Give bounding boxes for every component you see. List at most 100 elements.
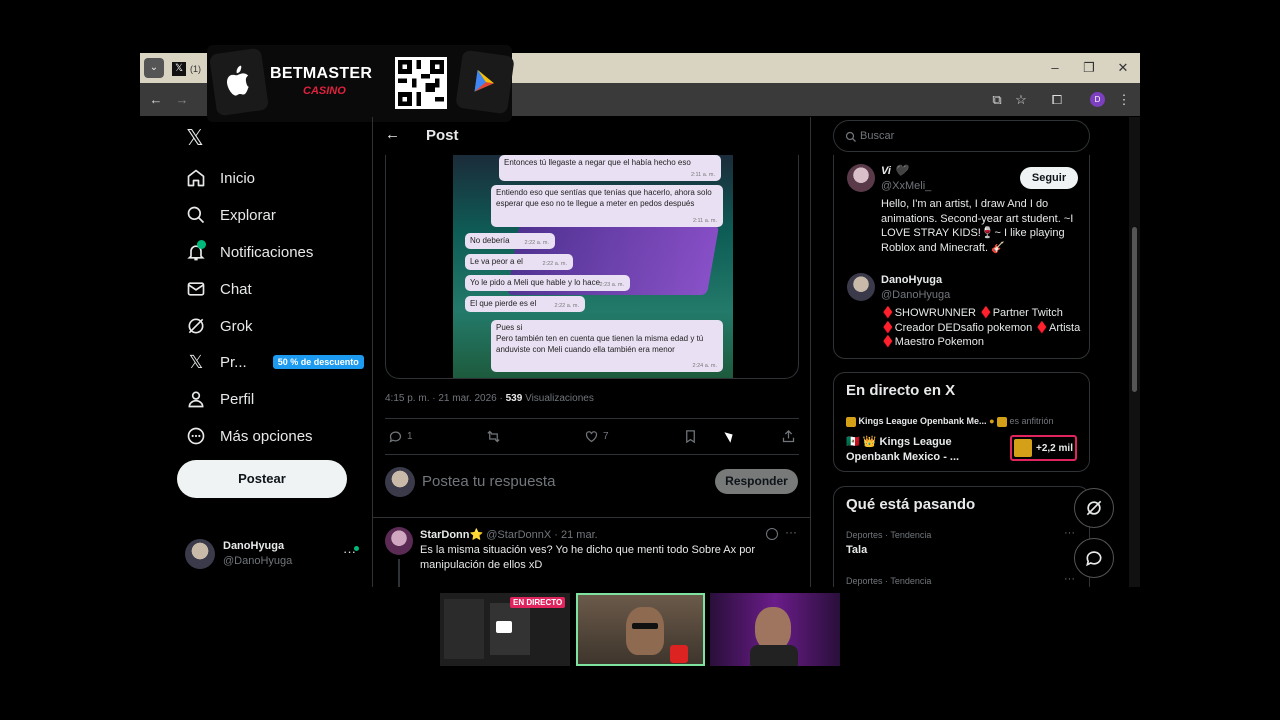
search-icon [187,206,205,224]
sidebar-item-label: Grok [220,317,253,335]
avatar[interactable] [847,164,875,192]
live-count: +2,2 mil [1036,442,1073,454]
sidebar-item-home[interactable]: Inicio [186,165,255,191]
profile-handle: @DanoHyuga [881,289,951,301]
bookmark-icon [686,430,695,444]
ad-brand: BETMASTER [270,65,373,82]
sidebar-item-grok[interactable]: Grok [186,313,253,339]
follow-button[interactable]: Seguir [1020,167,1078,189]
webcam-streamer [576,593,705,666]
sidebar-item-label: Notificaciones [220,243,314,261]
sidebar-item-label: Inicio [220,169,256,187]
post-button[interactable]: Postear [177,460,347,498]
tab-list-button[interactable]: ⌄ [144,58,164,78]
browser-menu-icon[interactable]: ⋮ [1115,91,1133,109]
profile-avatar[interactable]: D [1090,92,1105,107]
search-input[interactable]: Buscar [833,120,1090,152]
sidebar-item-premium[interactable]: 𝕏 Pr... 50 % de descuento [186,349,364,375]
sidebar-item-chat[interactable]: Chat [186,276,252,302]
chat-bubble: Yo le pido a Meli que hable y lo hace 2:2… [465,275,630,291]
back-arrow-icon[interactable]: ← [147,91,165,109]
comment-author: StarDonn⭐ [420,529,484,541]
x-tab[interactable]: 𝕏 (1) [172,58,208,80]
sidebar-item-notifications[interactable]: Notificaciones [186,239,313,265]
chat-bubble: Entonces tú llegaste a negar que el habí… [499,155,721,181]
maximize-icon[interactable]: ❐ [1080,59,1098,77]
grok-icon [188,318,204,334]
like-action[interactable]: 7 [584,429,609,444]
profile-name[interactable]: Vi 🖤 [881,164,908,177]
trend-category: Deportes · Tendencia [846,576,932,586]
live-listeners-badge[interactable]: +2,2 mil [1010,435,1077,461]
back-arrow-icon[interactable]: ← [385,126,400,143]
heart-icon [585,431,598,443]
sidebar-item-label: Explorar [220,206,276,224]
profile-handle: @XxMeli_ [881,180,932,192]
profiles-card: Vi 🖤 @XxMeli_ Seguir Hello, I'm an artis… [833,155,1090,359]
online-dot [354,546,359,551]
chat-bubble: No debería 2:22 a. m. [465,233,555,249]
reply-action[interactable]: 1 [388,429,413,444]
x-logo-icon[interactable]: 𝕏 [186,127,204,149]
person-icon [188,391,204,408]
google-play-icon [455,49,515,115]
bookmark-action[interactable] [683,429,698,444]
live-event[interactable]: 🇲🇽 👑 Kings League Openbank Mexico - ... [846,435,996,465]
post-meta: 4:15 p. m. · 21 mar. 2026 · 539 Visualiz… [385,393,594,404]
page-scrollbar[interactable] [1129,117,1140,587]
account-handle: @DanoHyuga [223,555,293,567]
profile-name[interactable]: DanoHyuga [881,274,942,286]
ad-sub: CASINO [303,85,346,97]
thread-line [398,559,400,587]
chat-bubble: Entiendo eso que sentías que tenías que … [491,185,723,227]
chat-screenshot-image: Entonces tú llegaste a negar que el habí… [453,155,733,378]
screen-share-icon [496,621,512,633]
notification-dot [197,240,206,249]
sidebar-item-more[interactable]: Más opciones [186,423,313,449]
live-host: Kings League Openbank Me... [858,416,987,426]
share-action[interactable] [781,429,796,444]
grok-icon[interactable] [766,528,778,540]
trending-card: Qué está pasando Deportes · Tendencia Ta… [833,486,1090,596]
reply-button[interactable]: Responder [715,469,798,494]
avatar [385,467,415,497]
sidebar-item-label: Chat [220,280,252,298]
extensions-icon[interactable]: ⧠ [1048,91,1066,109]
install-app-icon[interactable]: ⧉ [988,91,1006,109]
reply-input[interactable]: Postea tu respuesta [422,473,702,490]
profile-bio: Hello, I'm an artist, I draw And I do an… [881,198,1074,254]
trend-more-icon[interactable]: ··· [1064,527,1075,539]
comment[interactable]: StarDonn⭐ @StarDonnX · 21 mar. ··· Es la… [385,525,799,587]
grok-float-button[interactable] [1074,488,1114,528]
trend-more-icon[interactable]: ··· [1064,573,1075,585]
post-media-frame[interactable]: Entonces tú llegaste a negar que el habí… [385,155,799,379]
chat-bubble: Pues si Pero también ten en cuenta que t… [491,320,723,372]
live-badge: EN DIRECTO [510,597,566,608]
forward-arrow-icon[interactable]: → [173,91,191,109]
profile-bio: ♦️SHOWRUNNER ♦️Partner Twitch ♦️Creador … [881,307,1081,349]
comment-more-icon[interactable]: ··· [785,525,797,539]
sidebar-item-profile[interactable]: Perfil [186,386,254,412]
avatar[interactable] [847,273,875,301]
mail-icon [187,282,205,296]
host-avatar [1014,439,1032,457]
messages-float-button[interactable] [1074,538,1114,578]
premium-discount-badge: 50 % de descuento [272,355,364,369]
divider [385,454,799,455]
like-count: 7 [603,431,609,442]
sidebar-item-explore[interactable]: Explorar [186,202,276,228]
more-circle-icon [187,427,205,445]
repost-action[interactable] [486,429,501,444]
trend-category: Deportes · Tendencia [846,530,932,540]
minimize-icon[interactable]: – [1046,59,1064,77]
trend-name[interactable]: Tala [846,544,867,556]
bookmark-star-icon[interactable]: ☆ [1012,91,1030,109]
webcam-guest [710,593,840,666]
account-switcher[interactable]: DanoHyuga @DanoHyuga ··· [185,538,360,572]
trending-title: Qué está pasando [846,496,976,513]
home-icon [187,169,205,187]
x-premium-icon: 𝕏 [188,351,204,372]
betmaster-ad-banner[interactable]: BETMASTER CASINO [207,45,515,122]
chat-bubble: Le va peor a el 2:22 a. m. [465,254,573,270]
close-icon[interactable]: ✕ [1114,59,1132,77]
